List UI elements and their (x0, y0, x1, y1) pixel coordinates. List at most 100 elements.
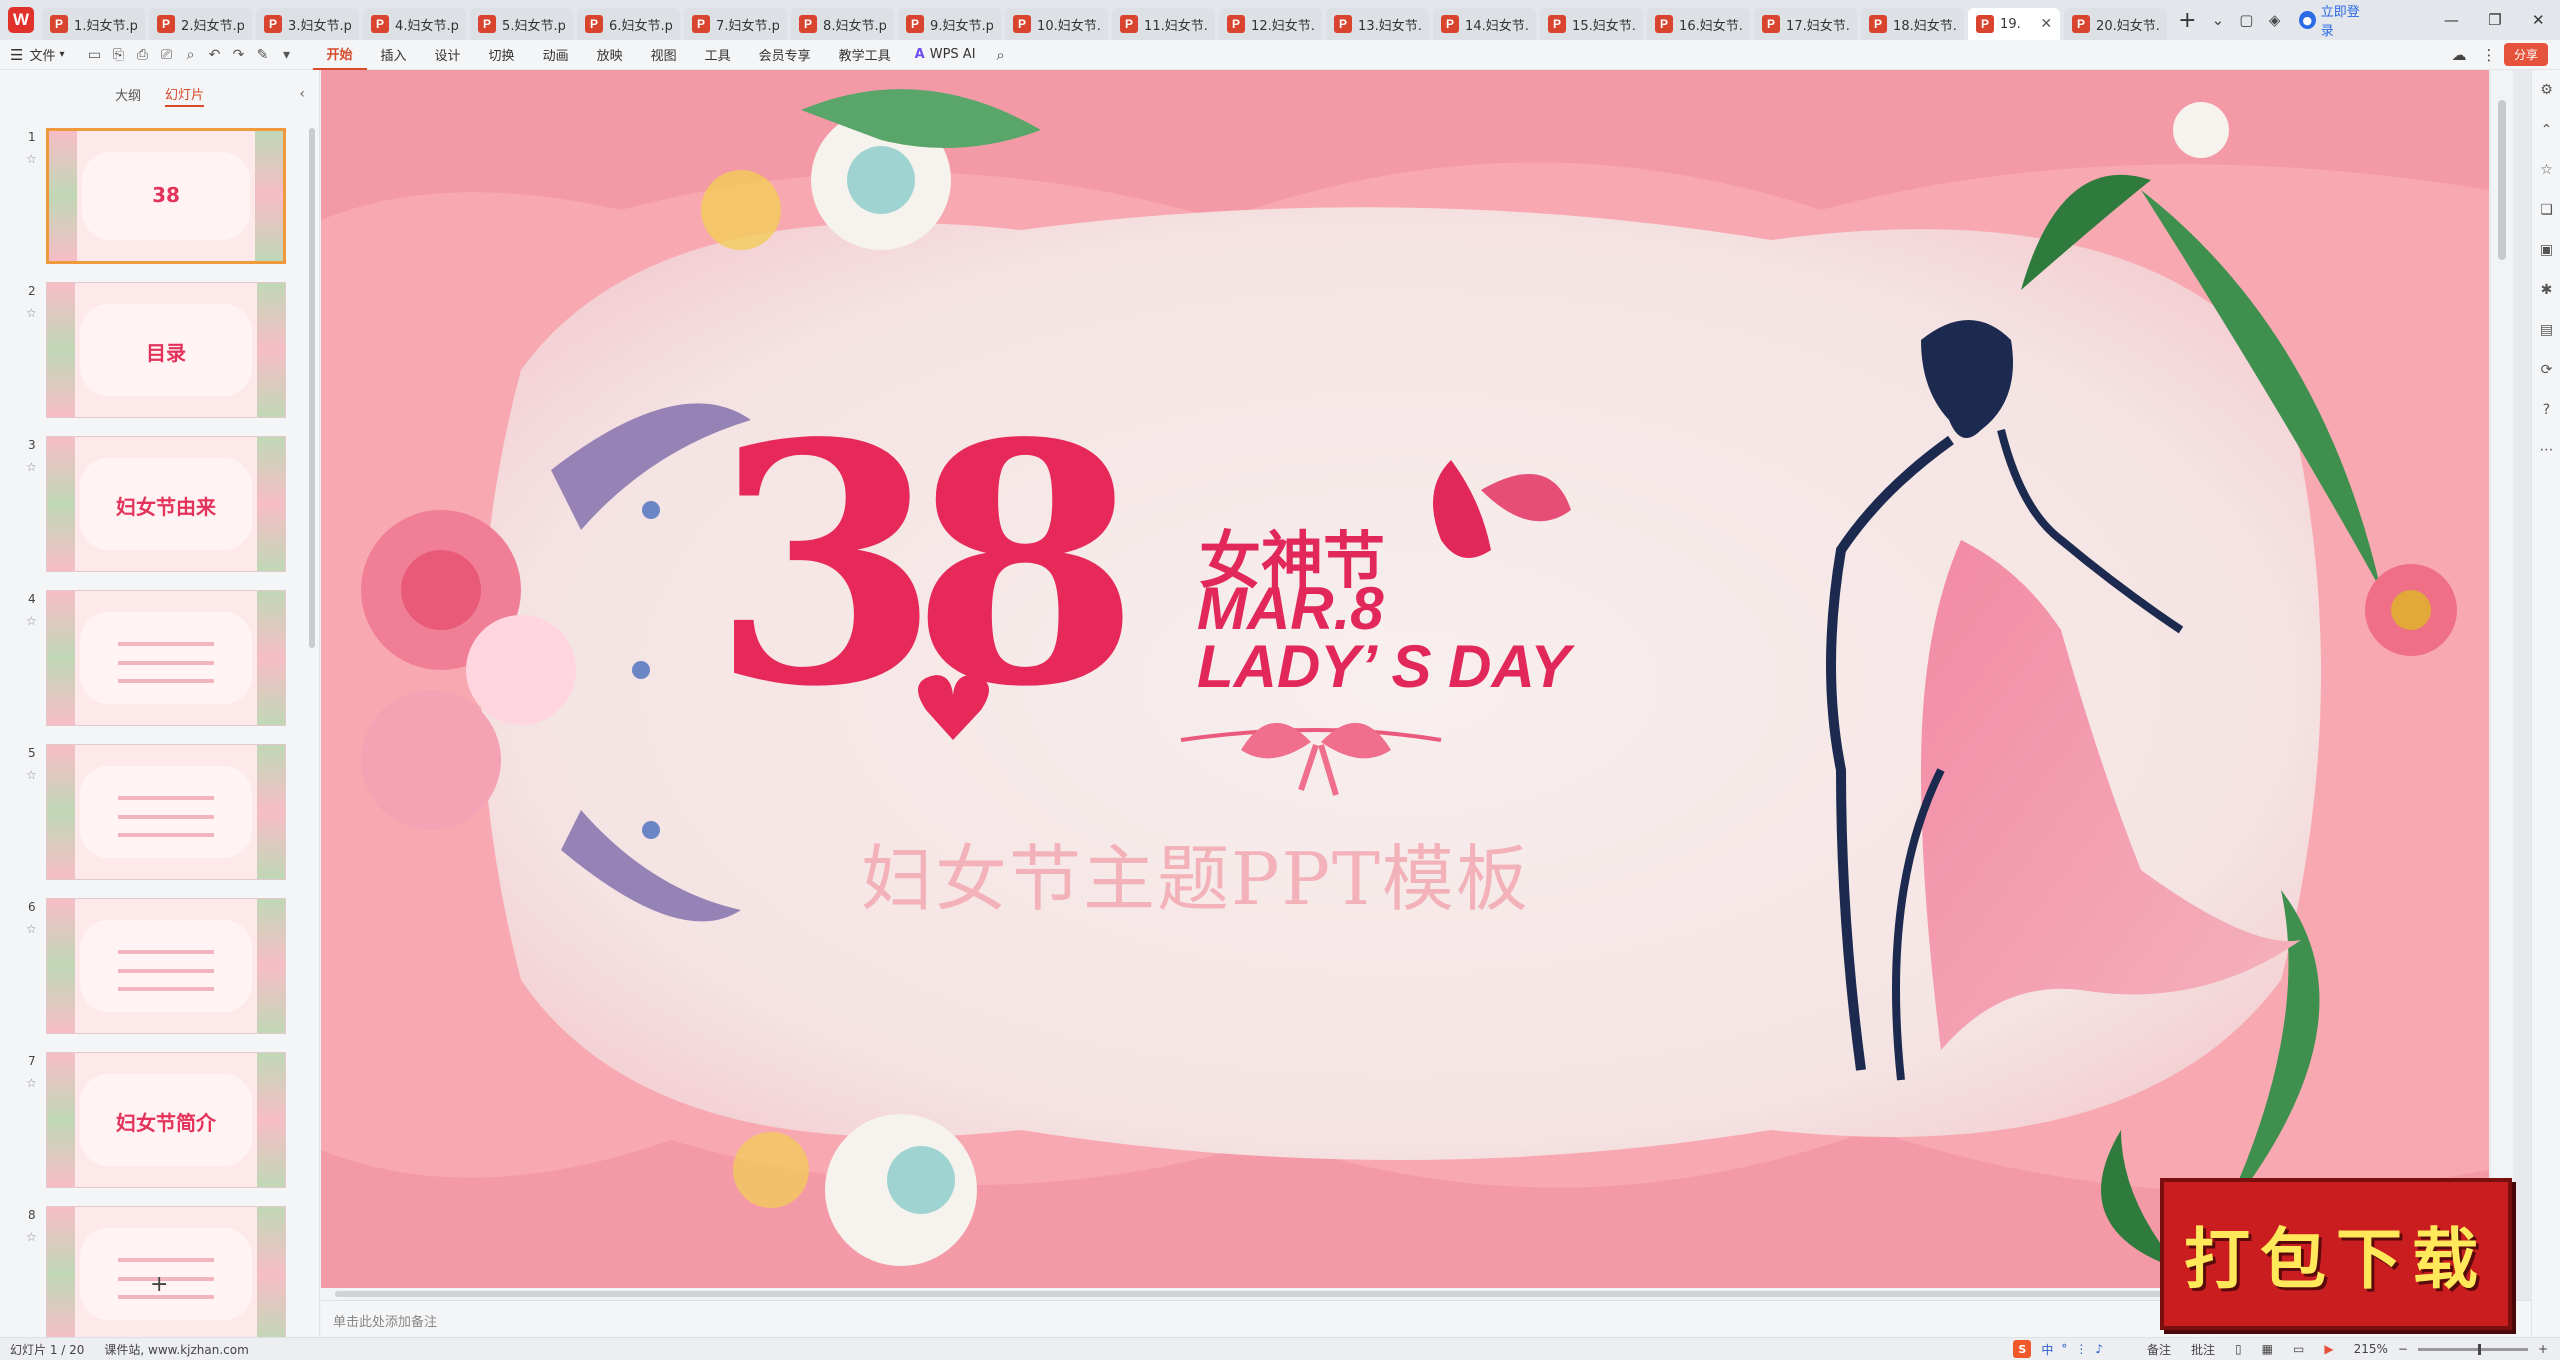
ime-indicator[interactable]: 中 (2041, 1341, 2053, 1358)
ribbon-tab[interactable]: 教学工具 (825, 40, 905, 70)
window-layout-icon[interactable]: ▢ (2232, 5, 2260, 35)
wps-ai-button[interactable]: A WPS AI (905, 47, 986, 62)
ribbon-tab[interactable]: 设计 (421, 40, 475, 70)
new-tab-button[interactable]: + (2171, 4, 2203, 36)
slide-thumbnail[interactable]: 妇女节简介 (46, 1052, 286, 1188)
panel-scrollbar[interactable] (309, 128, 315, 648)
ribbon-tab[interactable]: 动画 (529, 40, 583, 70)
property-icon[interactable]: ⚙ (2532, 70, 2560, 110)
document-tab[interactable]: P 10.妇女节.p (1005, 8, 1109, 40)
star-icon[interactable]: ☆ (26, 152, 37, 166)
document-tab[interactable]: P 2.妇女节.p (149, 8, 253, 40)
ime-indicator[interactable]: ♪ (2095, 1342, 2103, 1356)
slide-thumbnail-row[interactable]: 6 ☆ (0, 898, 300, 1038)
restore-button[interactable]: ❐ (2473, 0, 2516, 40)
ribbon-tab[interactable]: 会员专享 (745, 40, 825, 70)
slide-thumbnail[interactable]: 38 (46, 128, 286, 264)
more-quick-icon[interactable]: ▾ (275, 47, 299, 63)
more-icon[interactable]: ⋮ (2474, 40, 2504, 70)
sync-icon[interactable]: ⟳ (2532, 350, 2560, 390)
star-icon[interactable]: ☆ (26, 1230, 37, 1244)
document-tab[interactable]: P 8.妇女节.p (791, 8, 895, 40)
zoom-level[interactable]: 215% (2344, 1342, 2398, 1356)
slide-thumbnail-row[interactable]: 3 ☆ 妇女节由来 (0, 436, 300, 576)
notes-toggle[interactable]: 备注 (2137, 1341, 2181, 1358)
ime-indicator[interactable]: ° (2061, 1342, 2067, 1356)
export-pdf-icon[interactable]: ⎙ (131, 47, 155, 63)
document-tab[interactable]: P 14.妇女节.p (1433, 8, 1537, 40)
slide-thumbnail-row[interactable]: 4 ☆ (0, 590, 300, 730)
zoom-in-icon[interactable]: + (2538, 1342, 2548, 1356)
horizontal-scroll-thumb[interactable] (335, 1291, 2455, 1297)
close-tab-icon[interactable]: ✕ (2040, 16, 2052, 32)
slide-thumbnail-row[interactable]: 5 ☆ (0, 744, 300, 884)
sorter-view-icon[interactable]: ▦ (2252, 1342, 2283, 1356)
minimize-button[interactable]: — (2430, 0, 2473, 40)
open-icon[interactable]: ⎘ (107, 47, 131, 63)
file-menu-button[interactable]: ☰ 文件 ▾ (0, 45, 75, 65)
source-info[interactable]: 课件站, www.kjzhan.com (94, 1341, 258, 1358)
skin-icon[interactable]: ◈ (2261, 5, 2289, 35)
close-window-button[interactable]: ✕ (2517, 0, 2560, 40)
help-icon[interactable]: ? (2532, 390, 2560, 430)
search-icon[interactable]: ⌕ (986, 40, 1016, 70)
slide-thumbnail[interactable] (46, 744, 286, 880)
tab-slides[interactable]: 幻灯片 (165, 84, 205, 107)
slide-thumbnail[interactable] (46, 898, 286, 1034)
redo-icon[interactable]: ↷ (227, 47, 251, 63)
more-tools-icon[interactable]: ⋯ (2532, 430, 2560, 470)
copy-icon[interactable]: ❏ (2532, 190, 2560, 230)
tool-icon[interactable]: ✱ (2532, 270, 2560, 310)
slide-1[interactable]: 38 女神节 MAR.8 LADY’ S DAY 妇女节主题PPT模板 (321, 70, 2489, 1288)
ribbon-tab[interactable]: 插入 (367, 40, 421, 70)
star-icon[interactable]: ☆ (26, 306, 37, 320)
collapse-rail-icon[interactable]: ⌃ (2532, 110, 2560, 150)
wps-logo[interactable]: W (0, 0, 42, 40)
slide-thumbnail-row[interactable]: 2 ☆ 目录 (0, 282, 300, 422)
tab-outline[interactable]: 大纲 (115, 85, 141, 106)
share-button[interactable]: 分享 (2503, 43, 2548, 66)
star-icon[interactable]: ☆ (26, 768, 37, 782)
document-tab[interactable]: P 16.妇女节.p (1647, 8, 1751, 40)
format-painter-icon[interactable]: ✎ (251, 47, 275, 63)
document-tab[interactable]: P 7.妇女节.p (684, 8, 788, 40)
ribbon-tab[interactable]: 视图 (637, 40, 691, 70)
star-icon[interactable]: ☆ (26, 1076, 37, 1090)
document-tab[interactable]: P 13.妇女节.p (1326, 8, 1430, 40)
document-tab[interactable]: P 11.妇女节.p (1112, 8, 1216, 40)
zoom-out-icon[interactable]: − (2398, 1342, 2408, 1356)
download-badge[interactable]: 打包下载 (2160, 1178, 2512, 1330)
zoom-slider[interactable] (2417, 1343, 2528, 1355)
print-icon[interactable]: ⎚ (155, 47, 179, 63)
star-icon[interactable]: ☆ (26, 922, 37, 936)
slide-thumbnail[interactable]: 目录 (46, 282, 286, 418)
preview-icon[interactable]: ⌕ (179, 47, 203, 63)
add-slide-button[interactable]: + (150, 1272, 168, 1297)
ribbon-tab[interactable]: 切换 (475, 40, 529, 70)
tab-list-icon[interactable]: ⌄ (2204, 5, 2233, 35)
normal-view-icon[interactable]: ▯ (2225, 1342, 2252, 1356)
document-tab[interactable]: P 20.妇女节.p (2064, 8, 2168, 40)
save-icon[interactable]: ▭ (83, 47, 107, 63)
vertical-scroll-thumb[interactable] (2498, 100, 2506, 260)
login-button[interactable]: ● 立即登录 (2298, 1, 2370, 39)
document-tab[interactable]: P 15.妇女节.p (1540, 8, 1644, 40)
ribbon-tab[interactable]: 工具 (691, 40, 745, 70)
document-tab[interactable]: P 3.妇女节.p (256, 8, 360, 40)
document-tab[interactable]: P 1.妇女节.p (42, 8, 146, 40)
book-icon[interactable]: ▤ (2532, 310, 2560, 350)
document-tab[interactable]: P 4.妇女节.p (363, 8, 467, 40)
reading-view-icon[interactable]: ▭ (2283, 1342, 2314, 1356)
image-icon[interactable]: ▣ (2532, 230, 2560, 270)
undo-icon[interactable]: ↶ (203, 47, 227, 63)
star-icon[interactable]: ☆ (2532, 150, 2560, 190)
slide-thumbnail-row[interactable]: 7 ☆ 妇女节简介 (0, 1052, 300, 1192)
slide-thumbnail[interactable]: 妇女节由来 (46, 436, 286, 572)
slide-thumbnail-row[interactable]: 1 ☆ 38 (0, 128, 300, 268)
document-tab[interactable]: P 18.妇女节.p (1861, 8, 1965, 40)
cloud-sync-icon[interactable]: ☁ (2444, 40, 2474, 70)
document-tab[interactable]: P 9.妇女节.p (898, 8, 1002, 40)
document-tab[interactable]: P 6.妇女节.p (577, 8, 681, 40)
canvas-vertical-scrollbar[interactable] (2491, 70, 2513, 1300)
ribbon-tab[interactable]: 放映 (583, 40, 637, 70)
